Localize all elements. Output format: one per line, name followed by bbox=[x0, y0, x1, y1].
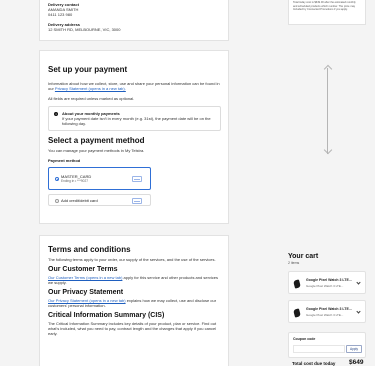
required-fields-note: All fields are required unless marked as… bbox=[48, 96, 135, 101]
radio-selected-icon[interactable] bbox=[55, 177, 59, 181]
cart-item[interactable]: Google Pixel Watch 3 LTE... Google Pixel… bbox=[288, 271, 366, 294]
coupon-card: Coupon code Apply bbox=[288, 332, 366, 358]
terms-card: Terms and conditions The following terms… bbox=[39, 235, 229, 366]
total-cost-label: Total cost due today bbox=[292, 361, 336, 366]
credit-card-icon bbox=[132, 176, 142, 182]
terms-title: Terms and conditions bbox=[48, 245, 131, 254]
cart-title: Your cart bbox=[288, 253, 319, 260]
terms-intro: The following terms apply to your order,… bbox=[48, 257, 216, 262]
arrow-down-icon bbox=[323, 145, 332, 155]
watch-product-icon bbox=[293, 279, 301, 289]
payment-method-label: Payment method bbox=[48, 158, 81, 163]
payment-option-mastercard[interactable]: MASTER_CARD Ending in • ***9027 bbox=[48, 167, 151, 190]
delivery-contact-phone: 0411 123 980 bbox=[48, 12, 73, 17]
privacy-statement-link[interactable]: Privacy Statement (opens in a new tab). bbox=[55, 86, 126, 91]
payment-option-name: Add credit/debit card bbox=[61, 198, 98, 203]
payment-method-intro: You can manage your payment methods in M… bbox=[48, 148, 145, 153]
watch-product-icon bbox=[293, 308, 301, 318]
summary-note-line: Included by Connected Promotions if you … bbox=[293, 8, 348, 12]
delivery-address-value: 12 SMITH RD, MELBOURNE, VIC, 3000 bbox=[48, 27, 121, 32]
cart-count: 2 items bbox=[288, 261, 300, 265]
privacy-statement-text: Our Privacy Statement (opens in a new ta… bbox=[48, 298, 220, 308]
customer-terms-text: Our Customer Terms (opens in a new tab) … bbox=[48, 275, 220, 285]
monthly-payments-text: If your payment date isn't in every mont… bbox=[62, 116, 211, 126]
payment-method-title: Select a payment method bbox=[48, 136, 145, 145]
cart-item-name: Google Pixel Watch 3 LTE... bbox=[306, 278, 352, 282]
monthly-payments-notice: i About your monthly payments If your pa… bbox=[48, 106, 221, 131]
coupon-label: Coupon code bbox=[293, 337, 316, 341]
credit-card-icon bbox=[132, 197, 142, 204]
cart-item-sub: Google Pixel Watch 3 LTE... bbox=[306, 313, 344, 317]
payment-setup-title: Set up your payment bbox=[48, 65, 128, 74]
privacy-statement-title: Our Privacy Statement bbox=[48, 289, 124, 296]
order-summary-note: Total today cost is $649.00 after the es… bbox=[288, 0, 366, 25]
delivery-details-card: Delivery contact AMANDA SMITH 0411 123 9… bbox=[39, 0, 229, 41]
chevron-down-icon[interactable] bbox=[356, 280, 361, 285]
radio-unselected-icon[interactable] bbox=[55, 198, 59, 203]
payment-intro: Information about how we collect, store,… bbox=[48, 81, 220, 91]
arrow-up-icon bbox=[323, 64, 332, 74]
cis-text: The Critical Information Summary include… bbox=[48, 321, 217, 336]
scroll-indicator-line bbox=[327, 68, 328, 154]
coupon-input[interactable] bbox=[293, 345, 345, 353]
customer-terms-title: Our Customer Terms bbox=[48, 266, 118, 273]
apply-coupon-button[interactable]: Apply bbox=[346, 345, 362, 353]
payment-option-add-card[interactable]: Add credit/debit card bbox=[48, 194, 151, 206]
cart-item-sub: Google Pixel Watch 3 LTE... bbox=[306, 284, 344, 288]
cart-item[interactable]: Google Pixel Watch 3 LTE... Google Pixel… bbox=[288, 300, 366, 323]
payment-setup-card: Set up your payment Information about ho… bbox=[39, 50, 229, 224]
chevron-down-icon[interactable] bbox=[356, 309, 361, 314]
cart-item-name: Google Pixel Watch 3 LTE... bbox=[306, 307, 352, 311]
cis-title: Critical Information Summary (CIS) bbox=[48, 312, 165, 319]
info-icon: i bbox=[54, 112, 58, 116]
payment-option-sub: Ending in • ***9027 bbox=[61, 179, 88, 183]
total-cost-value: $649 bbox=[349, 359, 364, 366]
